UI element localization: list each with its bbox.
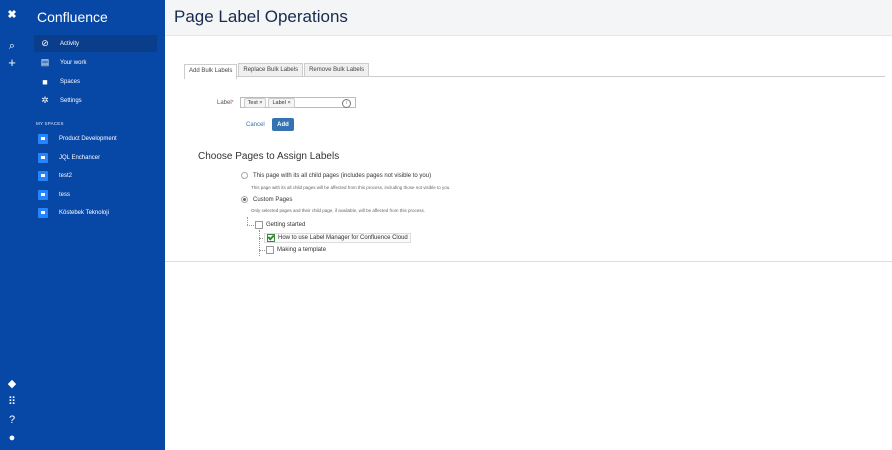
cancel-link[interactable]: Cancel [246,122,265,128]
spaces-icon: ■ [42,76,48,87]
space-avatar-icon [38,153,48,163]
nav-item-activity[interactable]: ⊘ Activity [34,35,157,52]
required-marker: * [231,99,234,106]
space-label: JQL Enchancer [59,155,101,161]
activity-icon: ⊘ [41,38,49,48]
app-name: Confluence [37,9,108,25]
space-avatar-icon [38,190,48,200]
help-icon[interactable]: ? [6,414,18,426]
space-item-test2[interactable]: test2 [38,169,72,183]
label-chip-label[interactable]: Label × [268,97,295,108]
option-all-child-pages[interactable]: This page with its all child pages (incl… [241,172,431,179]
nav-item-your-work[interactable]: ▤ Your work [34,54,157,71]
tree-item-label: Getting started [266,222,306,228]
tab-replace-bulk-labels[interactable]: Replace Bulk Labels [238,63,304,76]
info-icon[interactable]: i [341,99,351,108]
notifications-icon[interactable]: ◆ [6,378,18,390]
space-item-kostebek-teknoloji[interactable]: Köstebek Teknoloji [38,206,109,220]
search-icon[interactable]: ⌕ [6,40,18,52]
label-chip-test[interactable]: Test × [243,97,267,108]
radio-all-child-pages[interactable] [241,172,248,179]
page-header: Page Label Operations [165,0,892,36]
space-avatar-icon [38,134,48,144]
tree-item-getting-started[interactable]: Getting started [255,221,305,229]
radio-custom-pages[interactable] [241,196,248,203]
space-avatar-icon [38,171,48,181]
nav-item-label: Your work [60,59,87,66]
nav-item-label: Spaces [60,78,81,85]
nav-item-label: Activity [60,40,80,47]
label-field-row: Label* Test × Label × i [217,97,356,108]
tab-bar: Add Bulk Labels Replace Bulk Labels Remo… [184,63,885,79]
profile-icon[interactable]: ● [6,432,18,444]
tree-connector [247,225,254,226]
option-custom-note: Only selected pages and their child page… [251,208,426,213]
your-work-icon: ▤ [40,57,50,67]
option-all-note: This page with its all child pages will … [251,185,451,190]
tab-remove-bulk-labels[interactable]: Remove Bulk Labels [304,63,370,76]
space-avatar-icon [38,208,48,218]
space-label: tess [59,192,71,198]
space-item-product-development[interactable]: Product Development [38,132,117,146]
nav-item-spaces[interactable]: ■ Spaces [34,73,157,90]
tree-connector [259,250,265,251]
tree-item-label: How to use Label Manager for Confluence … [278,235,408,241]
create-plus-icon[interactable]: + [6,56,18,69]
label-operations-panel: Add Bulk Labels Replace Bulk Labels Remo… [165,35,892,262]
remove-chip-icon[interactable]: × [259,100,262,106]
tree-connector [259,230,260,256]
page-title: Page Label Operations [174,7,348,26]
choose-pages-heading: Choose Pages to Assign Labels [198,151,340,162]
app-switcher-icon[interactable]: ⠿ [6,396,18,408]
label-field-label: Label* [217,99,234,106]
space-item-tess[interactable]: tess [38,188,70,202]
nav-item-settings[interactable]: ✲ Settings [34,92,157,109]
tree-item-how-to-use-label-manager[interactable]: How to use Label Manager for Confluence … [264,233,411,243]
page-checkbox[interactable] [266,246,274,254]
option-custom-label: Custom Pages [253,196,293,203]
space-label: Köstebek Teknoloji [59,210,109,216]
tree-item-label: Making a template [277,247,327,253]
settings-icon: ✲ [41,95,49,105]
tree-connector [247,217,248,225]
add-button[interactable]: Add [272,118,294,131]
page-checkbox[interactable] [255,221,263,229]
space-item-jql-enchancer[interactable]: JQL Enchancer [38,151,100,165]
option-custom-pages[interactable]: Custom Pages [241,196,292,203]
label-input[interactable]: Test × Label × i [239,97,356,108]
option-all-label: This page with its all child pages (incl… [253,172,432,179]
confluence-logo-icon[interactable]: ✖ [6,9,18,21]
tab-add-bulk-labels[interactable]: Add Bulk Labels [184,64,238,79]
nav-item-label: Settings [60,97,82,104]
sidebar: Confluence ⊘ Activity ▤ Your work ■ Spac… [24,0,165,450]
page-checkbox[interactable] [267,234,275,242]
space-label: Product Development [59,136,117,142]
my-spaces-heading: MY SPACES [36,121,64,126]
tree-item-making-a-template[interactable]: Making a template [266,246,326,254]
remove-chip-icon[interactable]: × [287,100,290,106]
space-label: test2 [59,173,73,179]
global-nav-rail: ✖ ⌕ + ◆ ⠿ ? ● [0,0,24,450]
